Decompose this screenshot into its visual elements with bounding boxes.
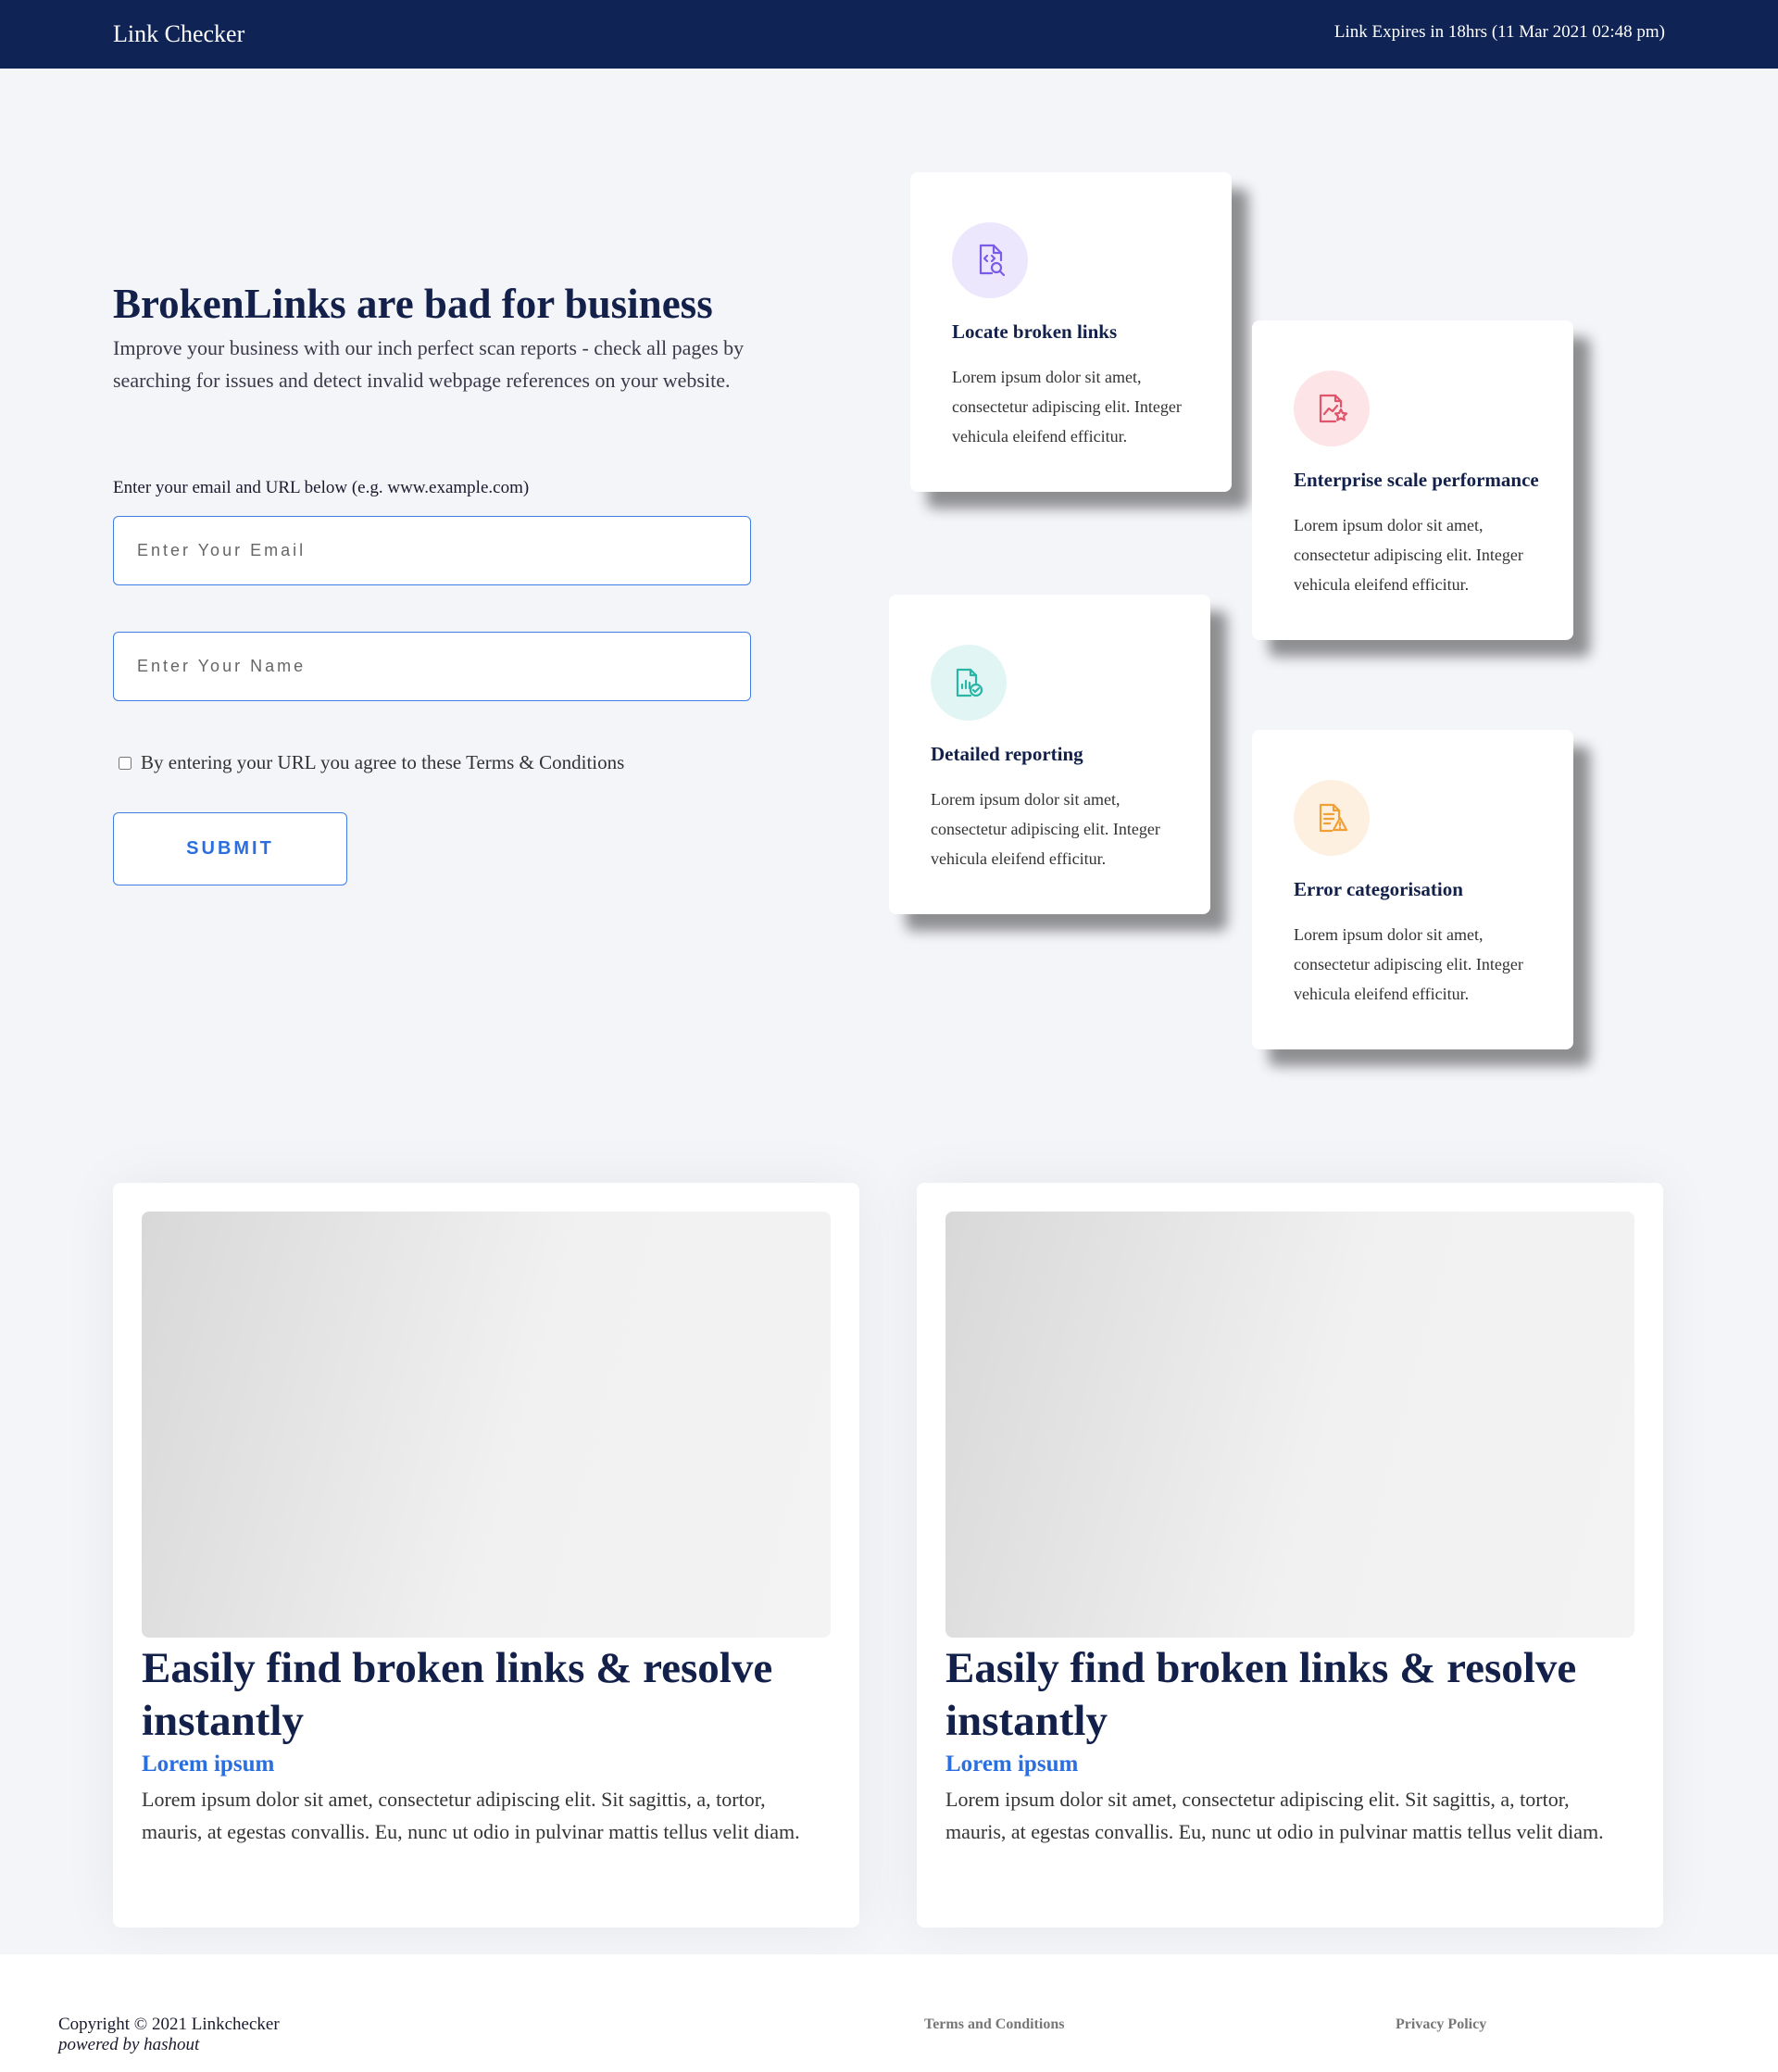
hero-description: Improve your business with our inch perf… — [113, 336, 745, 392]
copyright-text: Copyright © 2021 Linkchecker — [58, 2015, 280, 2034]
promo-subtitle: Lorem ipsum — [945, 1752, 1079, 1777]
terms-link[interactable]: Terms and Conditions — [924, 2016, 1064, 2033]
brand-title[interactable]: Link Checker — [113, 20, 244, 48]
promo-description: Lorem ipsum dolor sit amet, consectetur … — [945, 1788, 1604, 1843]
code-search-icon — [952, 222, 1028, 298]
powered-by-text: powered by hashout — [58, 2035, 200, 2054]
privacy-link[interactable]: Privacy Policy — [1396, 2016, 1486, 2033]
terms-checkbox[interactable] — [119, 756, 131, 770]
name-input[interactable] — [113, 632, 751, 701]
feature-card-errors: Error categorisation Lorem ipsum dolor s… — [1252, 730, 1573, 1049]
promo-subtitle: Lorem ipsum — [142, 1752, 275, 1777]
feature-title: Detailed reporting — [931, 743, 1083, 765]
form-label: Enter your email and URL below (e.g. www… — [113, 478, 530, 497]
terms-agreement[interactable]: By entering your URL you agree to these … — [119, 751, 624, 774]
email-input[interactable] — [113, 516, 751, 585]
feature-title: Error categorisation — [1294, 878, 1463, 900]
promo-card: Easily find broken links & resolve insta… — [917, 1183, 1663, 1928]
feature-description: Lorem ipsum dolor sit amet, consectetur … — [931, 790, 1160, 868]
feature-description: Lorem ipsum dolor sit amet, consectetur … — [1294, 516, 1523, 594]
top-bar: Link Checker Link Expires in 18hrs (11 M… — [0, 0, 1778, 69]
feature-card-reporting: Detailed reporting Lorem ipsum dolor sit… — [889, 595, 1210, 914]
report-check-icon — [931, 645, 1007, 721]
promo-image-placeholder — [945, 1212, 1634, 1638]
feature-description: Lorem ipsum dolor sit amet, consectetur … — [1294, 925, 1523, 1003]
promo-image-placeholder — [142, 1212, 831, 1638]
feature-card-performance: Enterprise scale performance Lorem ipsum… — [1252, 320, 1573, 640]
link-expiry-status: Link Expires in 18hrs (11 Mar 2021 02:48… — [1334, 22, 1665, 42]
promo-title: Easily find broken links & resolve insta… — [945, 1644, 1577, 1745]
feature-title: Enterprise scale performance — [1294, 469, 1539, 491]
feature-card-locate: Locate broken links Lorem ipsum dolor si… — [910, 172, 1232, 492]
promo-card: Easily find broken links & resolve insta… — [113, 1183, 859, 1928]
promo-title: Easily find broken links & resolve insta… — [142, 1644, 773, 1745]
feature-title: Locate broken links — [952, 320, 1118, 343]
submit-button[interactable]: SUBMIT — [113, 812, 347, 885]
terms-label: By entering your URL you agree to these … — [141, 751, 625, 773]
footer: Copyright © 2021 Linkchecker powered by … — [0, 1954, 1778, 2072]
feature-description: Lorem ipsum dolor sit amet, consectetur … — [952, 368, 1182, 446]
chart-star-icon — [1294, 370, 1370, 446]
promo-description: Lorem ipsum dolor sit amet, consectetur … — [142, 1788, 800, 1843]
hero-title: BrokenLinks are bad for business — [113, 281, 713, 327]
document-warning-icon — [1294, 780, 1370, 856]
